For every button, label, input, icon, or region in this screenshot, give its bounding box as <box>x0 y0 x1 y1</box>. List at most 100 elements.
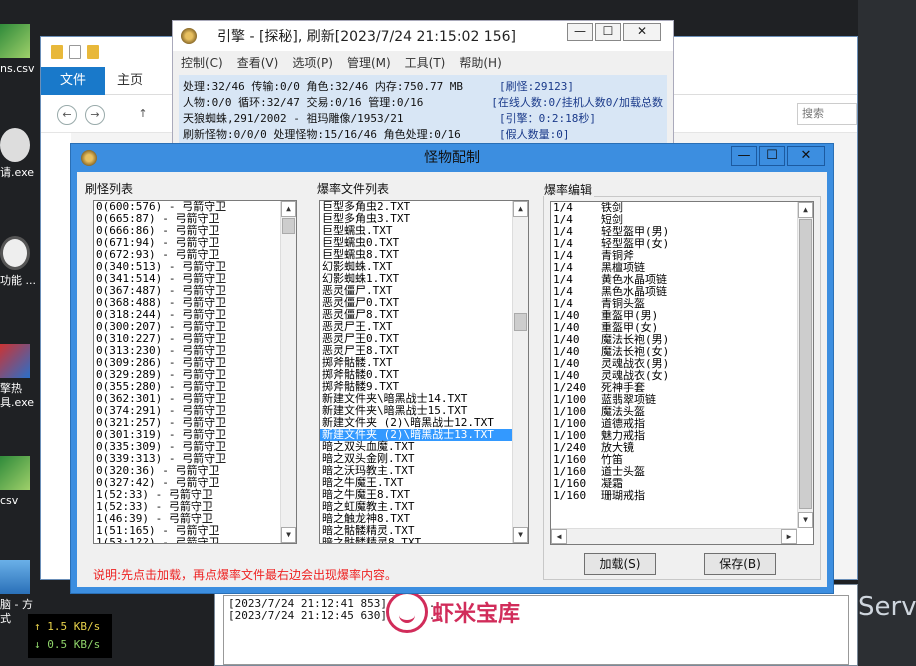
watermark-text: 虾米宝库 <box>432 602 521 627</box>
status-row: 人物:0/0 循环:32/47 交易:0/16 管理:0/16 [在线人数:0/挂… <box>183 95 663 111</box>
scroll-down-icon[interactable]: ▼ <box>281 527 296 543</box>
scroll-up-icon[interactable]: ▲ <box>798 202 813 218</box>
desktop-icon-label: 功能 ... <box>0 274 36 287</box>
menu-view[interactable]: 查看(V) <box>237 54 279 71</box>
edit-horizontal-scrollbar[interactable]: ◀ ▶ <box>551 528 797 544</box>
close-button[interactable]: ✕ <box>623 23 661 41</box>
drop-row: 1/100 蓝翡翠项链 <box>551 394 813 406</box>
scroll-down-icon[interactable]: ▼ <box>798 512 813 528</box>
status-row: 处理:32/46 传输:0/0 角色:32/46 内存:750.77 MB [刷怪… <box>183 79 663 95</box>
scroll-thumb[interactable] <box>514 313 527 331</box>
drop-file-listbox[interactable]: 巨型多角虫2.TXT 巨型多角虫3.TXT 巨型蠕虫.TXT 巨型蠕虫0.TXT 巨型蠕… <box>319 200 529 544</box>
drop-edit-group: 爆率编辑 1/4 铁剑 1/4 短剑 1/4 轻型盔甲(男) 1/4 轻型盔甲(女) 1/4 青铜… <box>543 181 821 580</box>
drop-row: 1/240 死神手套 <box>551 382 813 394</box>
desktop-icon-engine-tool[interactable]: 擎热具.exe <box>0 344 40 410</box>
drop-row: 1/4 黄色水晶项链 <box>551 274 813 286</box>
engine-title: 引擎 - [探秘], 刷新[2023/7/24 21:15:02 156] <box>217 29 516 45</box>
dialog-title: 怪物配制 <box>424 150 480 166</box>
search-input[interactable] <box>797 103 857 125</box>
folder-icon[interactable] <box>51 45 63 59</box>
drop-row: 1/160 道士头盔 <box>551 466 813 478</box>
monster-list-scrollbar[interactable]: ▲ ▼ <box>280 201 296 543</box>
monster-listbox[interactable]: 0(600:576) - 弓箭守卫 0(665:87) - 弓箭守卫 0(666:8… <box>93 200 297 544</box>
edit-vertical-scrollbar[interactable]: ▲ ▼ <box>797 202 813 528</box>
drop-row: 1/4 铁剑 <box>551 202 813 214</box>
drop-row: 1/4 短剑 <box>551 214 813 226</box>
drop-row: 1/40 重盔甲(女) <box>551 322 813 334</box>
instruction-text: 说明:先点击加载，再点爆率文件最右边会出现爆率内容。 <box>93 568 398 582</box>
desktop-icon-tool[interactable]: 功能 ... <box>0 236 40 288</box>
minimize-button[interactable]: — <box>567 23 593 41</box>
drop-file-caption: 爆率文件列表 <box>317 180 392 197</box>
monster-list-caption: 刷怪列表 <box>85 180 136 197</box>
list-item[interactable]: 暗之骷髅精灵8.TXT <box>320 537 528 544</box>
drop-row: 1/4 青铜斧 <box>551 250 813 262</box>
menu-help[interactable]: 帮助(H) <box>459 54 501 71</box>
menu-manage[interactable]: 管理(M) <box>347 54 391 71</box>
status-left: 处理:32/46 传输:0/0 角色:32/46 内存:750.77 MB <box>183 80 464 93</box>
dialog-maximize-button[interactable]: ☐ <box>759 146 785 166</box>
dialog-app-icon <box>81 150 97 166</box>
watermark: 虾米宝库 <box>386 588 526 636</box>
status-left: 人物:0/0 循环:32/47 交易:0/16 管理:0/16 <box>183 96 424 109</box>
scroll-thumb[interactable] <box>282 218 295 234</box>
menu-control[interactable]: 控制(C) <box>181 54 223 71</box>
menu-tools[interactable]: 工具(T) <box>405 54 446 71</box>
dialog-client-area: 刷怪列表 0(600:576) - 弓箭守卫 0(665:87) - 弓箭守卫 0(… <box>77 172 827 587</box>
drop-row: 1/160 竹笛 <box>551 454 813 466</box>
log-text-area[interactable]: [2023/7/24 21:12:41 853] 加载... [2023/7/2… <box>223 595 849 665</box>
engine-app-icon <box>181 28 197 44</box>
engine-status-panel: 处理:32/46 传输:0/0 角色:32/46 内存:750.77 MB [刷怪… <box>179 75 667 149</box>
dialog-title-bar: 怪物配制 <box>71 144 833 172</box>
csv-file-icon <box>0 24 30 58</box>
scroll-up-icon[interactable]: ▲ <box>513 201 528 217</box>
drop-file-group: 爆率文件列表 巨型多角虫2.TXT 巨型多角虫3.TXT 巨型蠕虫.TXT 巨型蠕虫0… <box>317 180 539 548</box>
desktop-icon-exe[interactable]: 请.exe <box>0 128 40 180</box>
status-row: 刷新怪物:0/0/0 处理怪物:15/16/46 角色处理:0/16 [假人数量:… <box>183 127 663 143</box>
list-item[interactable]: 1(53:1??) - 弓箭守卫 <box>94 537 296 544</box>
drop-row: 1/240 放大镜 <box>551 442 813 454</box>
status-row: 天狼蜘蛛,291/2002 - 祖玛雕像/1953/21 [引擎：0:2:18秒] <box>183 111 663 127</box>
new-folder-icon[interactable] <box>87 45 99 59</box>
status-left: 天狼蜘蛛,291/2002 - 祖玛雕像/1953/21 <box>183 112 404 125</box>
monster-items: 0(600:576) - 弓箭守卫 0(665:87) - 弓箭守卫 0(666:8… <box>94 201 296 544</box>
file-list-scrollbar[interactable]: ▲ ▼ <box>512 201 528 543</box>
box-app-icon <box>0 344 30 378</box>
shrimp-logo-icon <box>386 591 428 633</box>
dialog-minimize-button[interactable]: — <box>731 146 757 166</box>
scroll-down-icon[interactable]: ▼ <box>513 527 528 543</box>
up-arrow-icon[interactable]: ↑ <box>133 105 153 125</box>
save-button[interactable]: 保存(B) <box>704 553 776 575</box>
back-arrow-icon[interactable]: ← <box>57 105 77 125</box>
monster-list-group: 刷怪列表 0(600:576) - 弓箭守卫 0(665:87) - 弓箭守卫 0(… <box>85 180 305 548</box>
drop-edit-textarea[interactable]: 1/4 铁剑 1/4 短剑 1/4 轻型盔甲(男) 1/4 轻型盔甲(女) 1/4 青铜斧 1/4 黑… <box>550 201 814 545</box>
dialog-close-button[interactable]: ✕ <box>787 146 825 166</box>
desktop-icon-csv-2[interactable]: csv <box>0 456 40 508</box>
scroll-left-icon[interactable]: ◀ <box>551 529 567 544</box>
drop-row: 1/4 轻型盔甲(男) <box>551 226 813 238</box>
forward-arrow-icon[interactable]: → <box>85 105 105 125</box>
scroll-thumb[interactable] <box>799 219 812 509</box>
load-button[interactable]: 加载(S) <box>584 553 656 575</box>
desktop-icon-csv[interactable]: ns.csv <box>0 24 40 76</box>
desktop-right-area: Serve <box>858 0 916 666</box>
drop-row: 1/160 凝霜 <box>551 478 813 490</box>
drop-row: 1/4 青铜头盔 <box>551 298 813 310</box>
engine-window: 引擎 - [探秘], 刷新[2023/7/24 21:15:02 156] — … <box>172 20 674 150</box>
properties-icon[interactable] <box>69 45 81 59</box>
log-window: [2023/7/24 21:12:41 853] 加载... [2023/7/2… <box>214 584 858 666</box>
tab-home[interactable]: 主页 <box>117 67 143 95</box>
desktop-icon-label: ns.csv <box>0 62 35 75</box>
scroll-right-icon[interactable]: ▶ <box>781 529 797 544</box>
desktop-icon-label: 请.exe <box>0 166 35 179</box>
drop-rate: 1/160 <box>553 489 587 502</box>
maximize-button[interactable]: ☐ <box>595 23 621 41</box>
drop-item-name: 珊瑚戒指 <box>601 489 645 502</box>
tab-file[interactable]: 文件 <box>41 67 105 95</box>
drop-row: 1/100 魔法头盔 <box>551 406 813 418</box>
scroll-up-icon[interactable]: ▲ <box>281 201 296 217</box>
network-speed-widget: ↑ 1.5 KB/s ↓ 0.5 KB/s <box>28 614 112 658</box>
menu-options[interactable]: 选项(P) <box>292 54 333 71</box>
status-right: [假人数量:0] <box>499 128 570 141</box>
upload-speed: ↑ 1.5 KB/s <box>34 620 101 633</box>
